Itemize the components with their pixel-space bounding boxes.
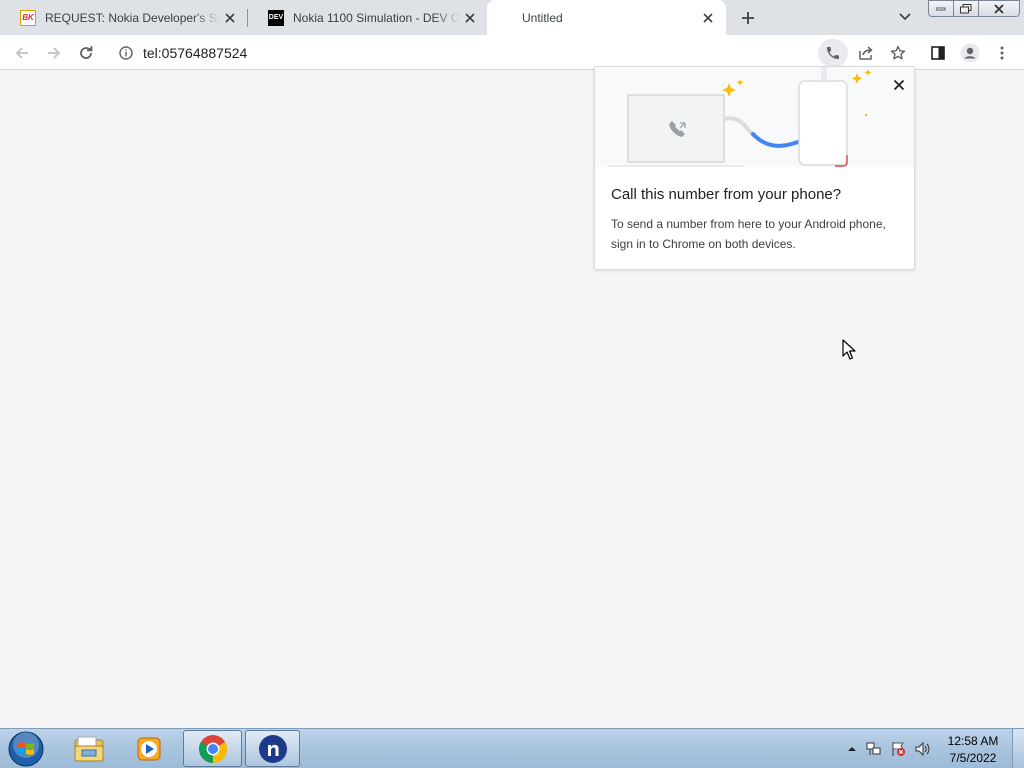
click-to-call-bubble: Call this number from your phone? To sen…	[594, 66, 915, 270]
tab-title: Untitled	[522, 10, 563, 25]
phone-icon	[827, 47, 839, 59]
mouse-cursor-icon	[842, 339, 856, 360]
side-panel-icon	[931, 46, 945, 60]
taskbar-media-player[interactable]	[128, 730, 170, 767]
nokia-app-icon	[258, 734, 287, 763]
close-tab-icon[interactable]	[220, 8, 240, 28]
share-button[interactable]	[852, 39, 880, 67]
send-to-phone-illustration	[595, 67, 914, 167]
dev-favicon: DEV	[268, 9, 284, 26]
clock-time[interactable]: 12:58 AM	[940, 734, 1006, 748]
clock-date[interactable]: 7/5/2022	[940, 751, 1006, 765]
windows-logo-icon	[8, 731, 44, 767]
tab-nokia-request[interactable]: BK REQUEST: Nokia Developer's Suite	[0, 0, 248, 35]
file-explorer-icon	[74, 736, 104, 761]
click-to-call-button[interactable]	[818, 39, 848, 67]
back-icon	[15, 47, 28, 59]
minimize-button[interactable]	[928, 0, 954, 17]
tab-nokia-simulation[interactable]: DEV Nokia 1100 Simulation - DEV Communit…	[248, 0, 488, 35]
address-bar[interactable]: tel:05764887524	[108, 38, 918, 68]
taskbar-chrome[interactable]	[183, 730, 242, 767]
windows-taskbar: 12:58 AM 7/5/2022	[0, 728, 1024, 768]
bubble-title: Call this number from your phone?	[611, 186, 842, 203]
close-tab-icon[interactable]	[698, 8, 718, 28]
media-player-icon	[137, 737, 161, 760]
back-button[interactable]	[8, 39, 36, 67]
nokia-favicon: BK	[20, 9, 36, 26]
bookmark-button[interactable]	[884, 39, 912, 67]
start-button[interactable]	[6, 730, 46, 768]
forward-button[interactable]	[40, 39, 68, 67]
tab-title: REQUEST: Nokia Developer's Suite	[45, 10, 220, 25]
profile-icon	[960, 43, 980, 63]
browser-toolbar: tel:05764887524	[0, 35, 1024, 70]
menu-button[interactable]	[988, 39, 1016, 67]
network-icon[interactable]	[866, 741, 882, 757]
show-hidden-icons[interactable]	[844, 741, 860, 757]
close-tab-icon[interactable]	[460, 8, 480, 28]
new-tab-button[interactable]	[736, 6, 760, 30]
profile-button[interactable]	[956, 39, 984, 67]
url-text: tel:05764887524	[143, 45, 248, 61]
volume-icon[interactable]	[914, 741, 930, 757]
show-desktop-button[interactable]	[1012, 729, 1024, 768]
taskbar-file-explorer[interactable]	[68, 730, 110, 767]
menu-icon	[1000, 46, 1004, 60]
close-window-button[interactable]	[979, 0, 1020, 17]
tab-strip: BK REQUEST: Nokia Developer's Suite DEV …	[0, 0, 1024, 35]
restore-button[interactable]	[954, 0, 979, 17]
tab-search-button[interactable]	[894, 6, 916, 28]
share-icon	[859, 46, 873, 60]
close-icon	[893, 79, 905, 91]
bubble-body: To send a number from here to your Andro…	[611, 217, 886, 251]
close-bubble-button[interactable]	[887, 73, 911, 97]
reload-icon	[80, 46, 93, 59]
reload-button[interactable]	[72, 39, 100, 67]
taskbar-nokia-app[interactable]	[245, 730, 300, 767]
tab-title: Nokia 1100 Simulation - DEV Community	[293, 10, 460, 25]
chrome-icon	[198, 734, 227, 763]
forward-icon	[48, 47, 61, 59]
star-icon	[890, 45, 906, 60]
info-icon[interactable]	[118, 45, 134, 61]
side-panel-button[interactable]	[924, 39, 952, 67]
window-controls	[928, 0, 1020, 17]
action-center-warning-icon[interactable]	[890, 741, 906, 757]
chevron-up-icon	[848, 747, 856, 751]
tab-untitled[interactable]: Untitled	[487, 0, 726, 35]
